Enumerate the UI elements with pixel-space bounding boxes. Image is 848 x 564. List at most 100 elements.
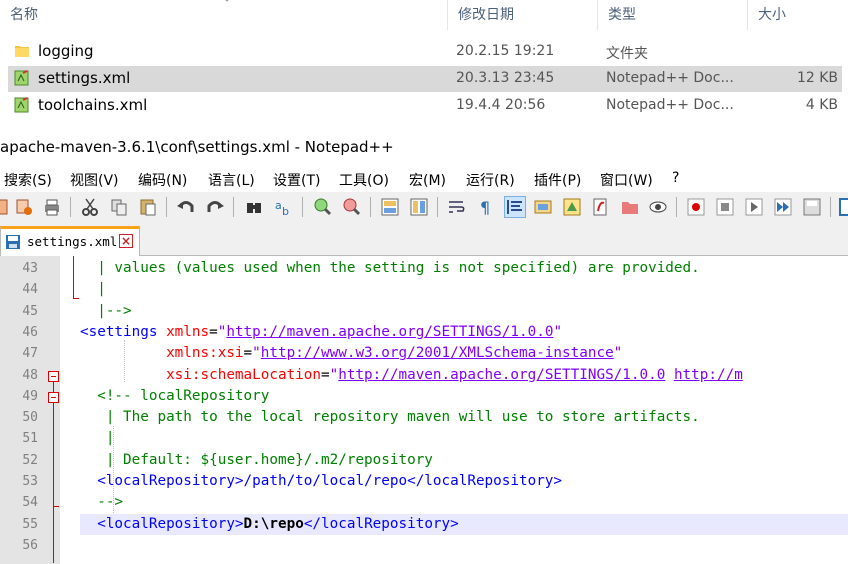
code-editor[interactable]: 43 44 45 46 47 48 49 50 51 52 53 54 55 56 | values (v… (0, 256, 848, 564)
file-row-toolchains-xml[interactable]: toolchains.xml 19.4.4 20:56 Notepad++ Do… (8, 93, 842, 119)
close-all-icon[interactable] (14, 197, 34, 217)
stop-macro-icon[interactable] (715, 197, 735, 217)
xml-file-icon (14, 97, 29, 113)
sync-horizontal-icon[interactable] (409, 197, 429, 217)
svg-text:a: a (275, 199, 282, 212)
record-macro-icon[interactable] (686, 197, 706, 217)
column-header-size[interactable]: 大小 (748, 0, 848, 30)
svg-text:¶: ¶ (480, 198, 490, 217)
code-token: http://maven.apache.org/SETTINGS/1.0.0 (226, 323, 554, 340)
notepad-plus-plus-window: apache-maven-3.6.1\conf\settings.xml - N… (0, 128, 848, 564)
code-token: <localRepository>/path/to/local/repo</lo… (80, 473, 563, 489)
code-line[interactable] (80, 535, 848, 556)
fold-toggle-icon[interactable] (48, 392, 59, 403)
file-size: 4 KB (805, 97, 838, 113)
code-line[interactable]: | (80, 279, 848, 300)
file-modified: 20.3.13 23:45 (456, 70, 555, 86)
tab-settings-xml[interactable]: settings.xml × (0, 226, 140, 256)
tab-label: settings.xml (27, 234, 118, 249)
doc-map-icon[interactable] (562, 197, 582, 217)
saved-file-icon (6, 235, 20, 249)
find-icon[interactable] (244, 197, 264, 217)
file-row-logging[interactable]: logging 20.2.15 19:21 文件夹 (8, 39, 842, 65)
column-header-type[interactable]: 类型 (598, 0, 748, 30)
undo-icon[interactable] (176, 197, 196, 217)
line-number: 51 (22, 431, 38, 447)
code-token: xmlns:xsi (80, 345, 244, 362)
file-type: 文件夹 (606, 46, 648, 62)
code-token: xsi:schemaLocation (80, 366, 322, 383)
column-header-name[interactable]: 名称 (0, 0, 448, 30)
fold-toggle-icon[interactable] (48, 371, 59, 382)
copy-icon[interactable] (109, 197, 129, 217)
code-line[interactable]: | The path to the local repository maven… (80, 407, 848, 428)
svg-text:b: b (282, 205, 289, 217)
menu-tools[interactable]: 工具(O) (339, 170, 389, 190)
code-token: = (243, 345, 253, 362)
menu-macro[interactable]: 宏(M) (409, 170, 446, 190)
code-token: | The path to the local repository maven… (80, 409, 700, 426)
play-macro-icon[interactable] (744, 197, 764, 217)
menu-encoding[interactable]: 编码(N) (138, 170, 187, 190)
redo-icon[interactable] (205, 197, 225, 217)
more-tools-icon[interactable] (838, 197, 848, 217)
file-name: toolchains.xml (38, 96, 148, 114)
code-token: |--> (80, 302, 132, 319)
code-line[interactable]: xmlns:xsi="http://www.w3.org/2001/XMLSch… (80, 343, 848, 364)
code-token: | (80, 430, 115, 447)
run-macro-multiple-icon[interactable] (773, 197, 793, 217)
monitoring-icon[interactable] (648, 197, 668, 217)
file-modified: 19.4.4 20:56 (456, 97, 546, 113)
menu-language[interactable]: 语言(L) (208, 170, 255, 190)
window-title: apache-maven-3.6.1\conf\settings.xml - N… (0, 128, 848, 166)
code-line[interactable]: --> (80, 492, 848, 513)
code-token: | values (values used when the setting i… (80, 260, 700, 276)
code-line[interactable]: |--> (80, 301, 848, 322)
code-line[interactable]: <localRepository>/path/to/local/repo</lo… (80, 471, 848, 492)
code-line[interactable]: | values (values used when the setting i… (80, 258, 848, 279)
close-file-icon[interactable] (0, 197, 12, 217)
save-macro-icon[interactable] (802, 197, 822, 217)
code-token: " (613, 345, 623, 362)
sync-vertical-icon[interactable] (380, 197, 400, 217)
cut-icon[interactable] (80, 197, 100, 217)
folder-as-workspace-icon[interactable] (620, 197, 640, 217)
code-token: </localRepository> (303, 515, 459, 532)
function-list-icon[interactable] (591, 197, 611, 217)
user-defined-lang-icon[interactable] (533, 197, 553, 217)
tab-bar: settings.xml × (0, 222, 848, 256)
replace-icon[interactable]: ab (273, 197, 293, 217)
code-line[interactable]: <!-- localRepository (80, 386, 848, 407)
menu-help[interactable]: ? (672, 170, 679, 186)
line-number-gutter: 43 44 45 46 47 48 49 50 51 52 53 54 55 56 (0, 256, 60, 564)
xml-file-icon (14, 70, 29, 86)
menu-search[interactable]: 搜索(S) (4, 170, 52, 190)
zoom-out-icon[interactable] (341, 197, 361, 217)
code-line[interactable]: | Default: ${user.home}/.m2/repository (80, 450, 848, 471)
word-wrap-icon[interactable] (447, 197, 467, 217)
zoom-in-icon[interactable] (312, 197, 332, 217)
code-token: | Default: ${user.home}/.m2/repository (80, 451, 433, 468)
print-icon[interactable] (42, 197, 62, 217)
show-all-chars-icon[interactable]: ¶ (476, 197, 496, 217)
code-line[interactable]: xsi:schemaLocation="http://maven.apache.… (80, 365, 848, 386)
menu-plugins[interactable]: 插件(P) (534, 170, 581, 190)
code-line[interactable]: | (80, 428, 848, 449)
menu-settings[interactable]: 设置(T) (273, 170, 320, 190)
line-number: 49 (22, 388, 38, 404)
line-number: 47 (22, 346, 38, 362)
menu-run[interactable]: 运行(R) (466, 170, 515, 190)
menu-view[interactable]: 视图(V) (70, 170, 119, 190)
file-type: Notepad++ Doc... (606, 97, 734, 113)
indent-guide-icon[interactable] (504, 196, 526, 218)
code-line[interactable]: <localRepository>D:\repo</localRepositor… (80, 513, 848, 535)
menu-window[interactable]: 窗口(W) (600, 170, 653, 190)
code-line[interactable]: <settings xmlns= "http://maven.apache.org… (80, 322, 848, 343)
tab-close-icon[interactable]: × (119, 234, 133, 248)
file-modified: 20.2.15 19:21 (456, 43, 555, 59)
file-row-settings-xml[interactable]: settings.xml 20.3.13 23:45 Notepad++ Doc… (8, 66, 842, 92)
column-header-modified[interactable]: 修改日期 (448, 0, 598, 30)
code-token: <!-- localRepository (80, 387, 270, 404)
paste-icon[interactable] (138, 197, 158, 217)
line-number: 50 (22, 410, 38, 426)
